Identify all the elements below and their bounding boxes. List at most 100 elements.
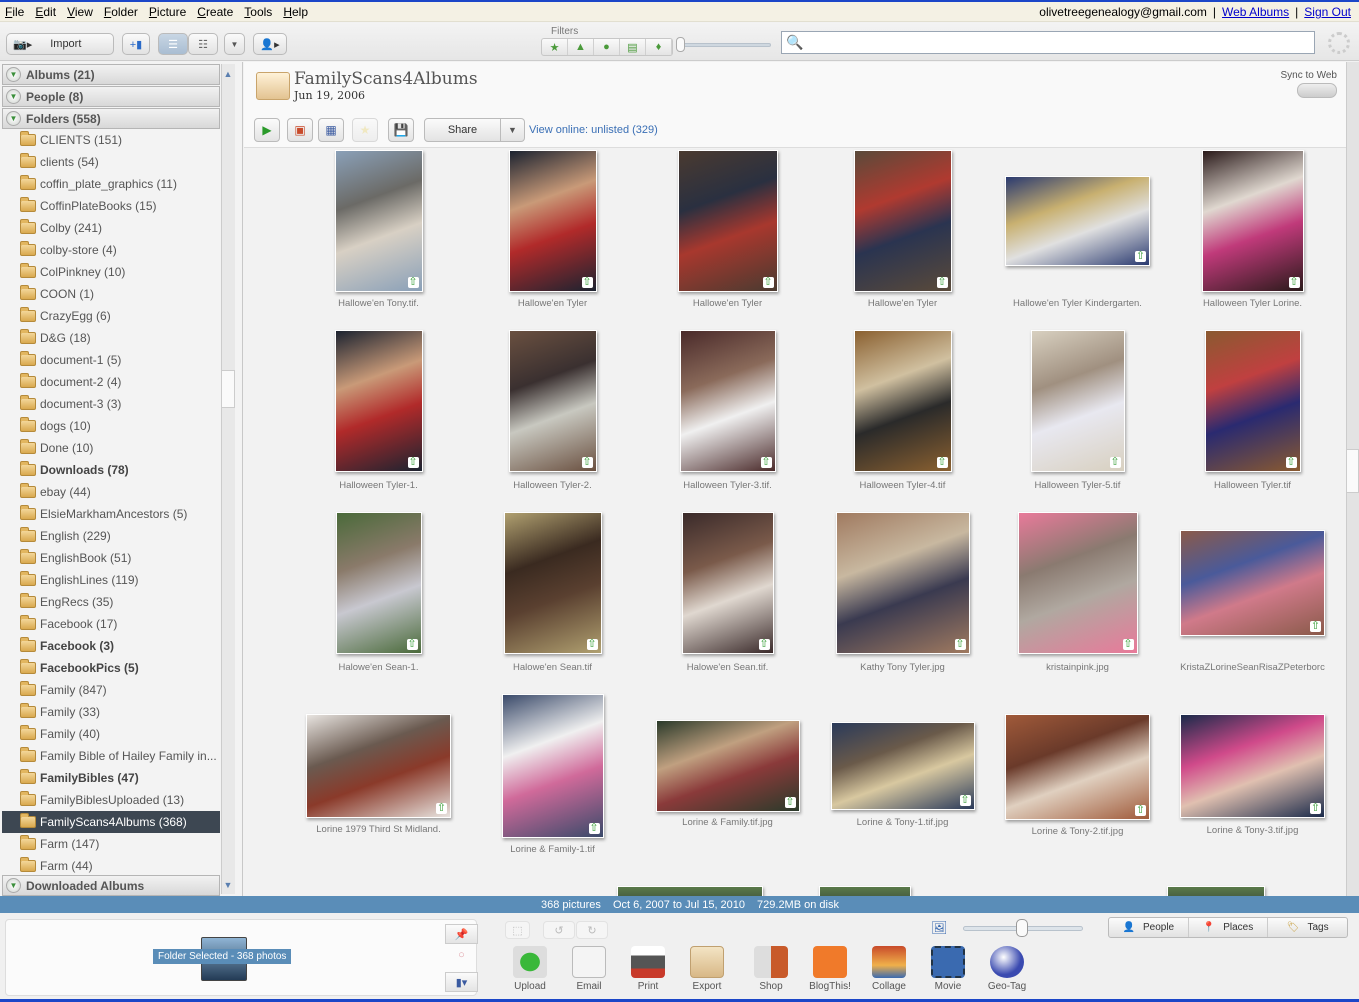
sidebar-folder-item[interactable]: ebay (44) xyxy=(2,481,220,503)
search-box[interactable]: 🔍 xyxy=(781,31,1315,54)
filter-uploaded-icon[interactable]: ▲ xyxy=(568,39,594,55)
sidebar-folder-item[interactable]: COON (1) xyxy=(2,283,220,305)
menu-view[interactable]: View xyxy=(62,5,99,19)
collapse-triangle-icon[interactable]: ▼ xyxy=(6,878,21,893)
filter-slider-handle[interactable] xyxy=(676,37,685,52)
photo-thumbnail[interactable]: ⇧ xyxy=(1017,512,1138,654)
geo-tag-button[interactable]: Geo-Tag xyxy=(979,946,1035,992)
hold-button[interactable]: 📌 xyxy=(445,924,478,944)
section-folders[interactable]: ▼ Folders (558) xyxy=(2,108,220,129)
sidebar-folder-item[interactable]: ColPinkney (10) xyxy=(2,261,220,283)
filter-starred-icon[interactable]: ★ xyxy=(542,39,568,55)
movie-button[interactable]: Movie xyxy=(920,946,976,992)
collapse-triangle-icon[interactable]: ▼ xyxy=(6,89,21,104)
list-view-button[interactable]: ☰ xyxy=(158,33,188,55)
upload-button[interactable]: Upload xyxy=(502,946,558,992)
photo-thumbnail[interactable]: ⇧ xyxy=(655,720,800,812)
filter-movies-icon[interactable]: ▤ xyxy=(620,39,646,55)
add-to-album-tray-button[interactable]: ▮▾ xyxy=(445,972,478,992)
places-panel-button[interactable]: 📍 Places xyxy=(1189,918,1269,937)
sidebar-folder-item[interactable]: English (229) xyxy=(2,525,220,547)
sidebar-folder-item[interactable]: D&G (18) xyxy=(2,327,220,349)
export-button[interactable]: Export xyxy=(679,946,735,992)
menu-folder[interactable]: Folder xyxy=(99,5,144,19)
blogthis-button[interactable]: BlogThis! xyxy=(802,946,858,992)
share-dropdown[interactable]: ▼ xyxy=(501,118,525,142)
sidebar-folder-item[interactable]: document-1 (5) xyxy=(2,349,220,371)
menu-tools[interactable]: Tools xyxy=(239,5,278,19)
rotate-right-button[interactable]: ↻ xyxy=(576,921,608,939)
people-panel-button[interactable]: 👤 People xyxy=(1109,918,1189,937)
photo-thumbnail[interactable] xyxy=(819,886,911,896)
sidebar-folder-item[interactable]: Farm (44) xyxy=(2,855,220,874)
photo-thumbnail[interactable]: ⇧ xyxy=(1180,530,1325,636)
people-menu-button[interactable]: 👤▸ xyxy=(253,33,287,55)
photo-thumbnail[interactable]: ⇧ xyxy=(1030,330,1125,472)
sidebar-folder-item[interactable]: Facebook (17) xyxy=(2,613,220,635)
sidebar-folder-item[interactable]: CLIENTS (151) xyxy=(2,129,220,151)
photo-thumbnail[interactable]: ⇧ xyxy=(334,330,423,472)
photo-thumbnail[interactable]: ⇧ xyxy=(1204,330,1301,472)
photo-thumbnail[interactable]: ⇧ xyxy=(335,512,422,654)
collapse-triangle-icon[interactable]: ▼ xyxy=(6,67,21,82)
menu-create[interactable]: Create xyxy=(192,5,239,19)
photo-thumbnail[interactable]: ⇧ xyxy=(1180,714,1325,818)
photo-thumbnail[interactable]: ⇧ xyxy=(503,512,602,654)
menu-file[interactable]: File xyxy=(0,5,30,19)
add-to-album-button[interactable]: +▮ xyxy=(122,33,150,55)
sidebar-folder-item[interactable]: Family (33) xyxy=(2,701,220,723)
collage-button[interactable]: ▦ xyxy=(318,118,344,142)
web-albums-link[interactable]: Web Albums xyxy=(1222,5,1289,19)
photo-thumbnail[interactable]: ⇧ xyxy=(679,330,776,472)
sidebar-folder-item[interactable]: dogs (10) xyxy=(2,415,220,437)
sidebar-folder-item[interactable]: Family (40) xyxy=(2,723,220,745)
scroll-up-icon[interactable]: ▲ xyxy=(221,66,235,82)
sidebar-folder-item[interactable]: FamilyBiblesUploaded (13) xyxy=(2,789,220,811)
section-downloaded-albums[interactable]: ▼ Downloaded Albums xyxy=(2,875,220,896)
sidebar-folder-item[interactable]: EnglishBook (51) xyxy=(2,547,220,569)
rotate-left-button[interactable]: ↺ xyxy=(543,921,575,939)
sidebar-folder-item[interactable]: Downloads (78) xyxy=(2,459,220,481)
sidebar-folder-item[interactable]: CoffinPlateBooks (15) xyxy=(2,195,220,217)
photo-thumbnail[interactable]: ⇧ xyxy=(1005,176,1150,266)
sync-to-web-toggle[interactable] xyxy=(1297,83,1337,98)
photo-thumbnail[interactable]: ⇧ xyxy=(306,714,451,818)
sidebar-folder-item[interactable]: document-3 (3) xyxy=(2,393,220,415)
sidebar-folder-item[interactable]: Family Bible of Hailey Family in... xyxy=(2,745,220,767)
slideshow-button[interactable]: ▶ xyxy=(254,118,280,142)
email-button[interactable]: Email xyxy=(561,946,617,992)
collapse-triangle-icon[interactable]: ▼ xyxy=(6,111,21,126)
photo-thumbnail[interactable]: ⇧ xyxy=(853,150,952,292)
sidebar-folder-item[interactable]: FamilyScans4Albums (368) xyxy=(2,811,220,833)
photo-thumbnail[interactable]: ⇧ xyxy=(681,512,774,654)
filter-faces-icon[interactable]: ● xyxy=(594,39,620,55)
add-to-screensaver-button[interactable]: ▣ xyxy=(287,118,313,142)
sidebar-folder-item[interactable]: Farm (147) xyxy=(2,833,220,855)
tree-view-button[interactable]: ☷ xyxy=(188,33,218,55)
print-button[interactable]: Print xyxy=(620,946,676,992)
search-input[interactable] xyxy=(807,33,1314,52)
rotate-placeholder-button[interactable]: ⬚ xyxy=(505,921,530,939)
collage-action-button[interactable]: Collage xyxy=(861,946,917,992)
sidebar-folder-item[interactable]: coffin_plate_graphics (11) xyxy=(2,173,220,195)
sign-out-link[interactable]: Sign Out xyxy=(1304,5,1351,19)
sidebar-folder-item[interactable]: colby-store (4) xyxy=(2,239,220,261)
tags-panel-button[interactable]: 🏷 Tags xyxy=(1268,918,1347,937)
sidebar-folder-item[interactable]: document-2 (4) xyxy=(2,371,220,393)
menu-edit[interactable]: Edit xyxy=(30,5,62,19)
photo-thumbnail[interactable]: ⇧ xyxy=(1005,714,1150,820)
shop-button[interactable]: Shop xyxy=(743,946,799,992)
photo-thumbnail[interactable] xyxy=(1167,886,1265,896)
save-button[interactable]: 💾 xyxy=(388,118,414,142)
sidebar-folder-item[interactable]: CrazyEgg (6) xyxy=(2,305,220,327)
sidebar-folder-item[interactable]: FamilyBibles (47) xyxy=(2,767,220,789)
sidebar-folder-item[interactable]: Done (10) xyxy=(2,437,220,459)
filter-geotag-icon[interactable]: ♦ xyxy=(646,39,672,55)
clear-button[interactable]: ○ xyxy=(445,945,478,965)
photo-thumbnail[interactable]: ⇧ xyxy=(853,330,952,472)
share-button[interactable]: Share xyxy=(424,118,501,142)
sidebar-scrollbar[interactable] xyxy=(221,64,235,894)
sidebar-scroll-thumb[interactable] xyxy=(221,370,235,408)
sidebar-folder-item[interactable]: EnglishLines (119) xyxy=(2,569,220,591)
photo-thumbnail[interactable]: ⇧ xyxy=(677,150,778,292)
